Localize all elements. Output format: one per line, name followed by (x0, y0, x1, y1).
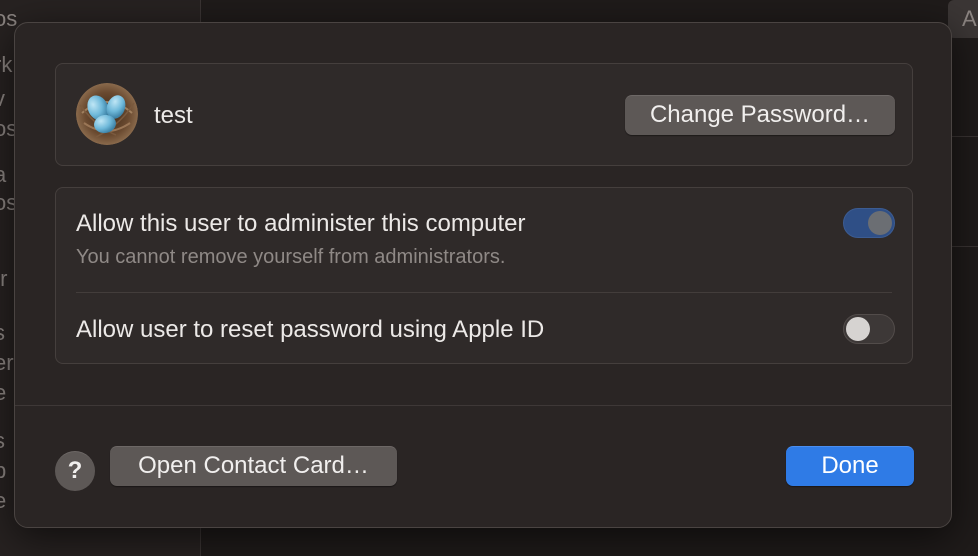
done-button[interactable]: Done (786, 446, 914, 486)
options-divider (76, 292, 892, 293)
bird-nest-avatar-icon (76, 83, 138, 145)
open-contact-card-button[interactable]: Open Contact Card… (110, 446, 397, 486)
background-toolbar-button: A (948, 0, 978, 38)
username-label: test (154, 102, 193, 129)
toggle-knob (868, 211, 892, 235)
user-info-group: test Change Password… (55, 63, 913, 166)
background-divider (952, 136, 978, 137)
user-details-sheet: test Change Password… Allow this user to… (14, 22, 952, 528)
background-sidebar-text: b (0, 458, 7, 483)
background-sidebar-text: e (0, 488, 7, 513)
admin-option-note: You cannot remove yourself from administ… (76, 246, 506, 268)
toggle-knob (846, 317, 870, 341)
background-sidebar-text: er (0, 350, 14, 375)
user-options-group: Allow this user to administer this compu… (55, 187, 913, 364)
background-divider (952, 246, 978, 247)
help-icon[interactable]: ? (55, 451, 95, 491)
background-sidebar-text: s (0, 428, 5, 454)
background-sidebar-text: a (0, 162, 7, 187)
background-sidebar-text: e (0, 380, 7, 405)
background-sidebar-text: tr (0, 266, 8, 291)
background-sidebar-text: v (0, 86, 5, 112)
background-sidebar-text: rk (0, 52, 13, 77)
reset-password-apple-id-toggle[interactable] (843, 314, 895, 344)
footer-divider (15, 405, 951, 406)
admin-toggle[interactable] (843, 208, 895, 238)
background-sidebar-text: s (0, 320, 5, 346)
admin-option-label: Allow this user to administer this compu… (76, 210, 526, 237)
background-sidebar-text: os (0, 6, 18, 31)
change-password-button[interactable]: Change Password… (625, 95, 895, 135)
reset-password-option-label: Allow user to reset password using Apple… (76, 316, 545, 343)
